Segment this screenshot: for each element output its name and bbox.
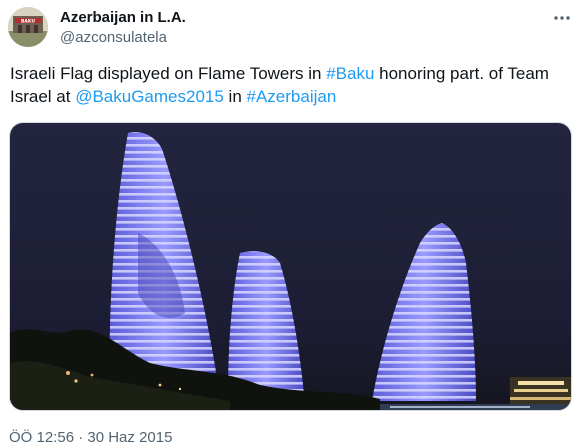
more-options-icon	[554, 16, 570, 20]
mention-link-bakugames2015[interactable]: @BakuGames2015	[75, 87, 224, 106]
author-handle[interactable]: @azconsulatela	[60, 29, 167, 47]
avatar[interactable]: BAKU	[8, 7, 48, 47]
tweet-text-segment: in	[223, 87, 247, 106]
tweet-media-photo[interactable]	[9, 122, 572, 411]
more-options-button[interactable]	[552, 8, 572, 28]
flame-towers-photo	[10, 123, 571, 410]
avatar-badge-text: BAKU	[21, 19, 35, 25]
tweet-card: BAKU Azerbaijan in L.A. @azconsulatela I…	[0, 0, 579, 448]
hashtag-link-baku[interactable]: #Baku	[326, 64, 374, 83]
avatar-image: BAKU	[8, 7, 48, 47]
tweet-timestamp[interactable]: ÖÖ 12:56 · 30 Haz 2015	[9, 429, 172, 447]
tweet-text: Israeli Flag displayed on Flame Towers i…	[10, 62, 570, 108]
tweet-text-segment: Israeli Flag displayed on Flame Towers i…	[10, 64, 327, 83]
author-name[interactable]: Azerbaijan in L.A.	[60, 9, 186, 27]
hashtag-link-azerbaijan[interactable]: #Azerbaijan	[247, 87, 337, 106]
